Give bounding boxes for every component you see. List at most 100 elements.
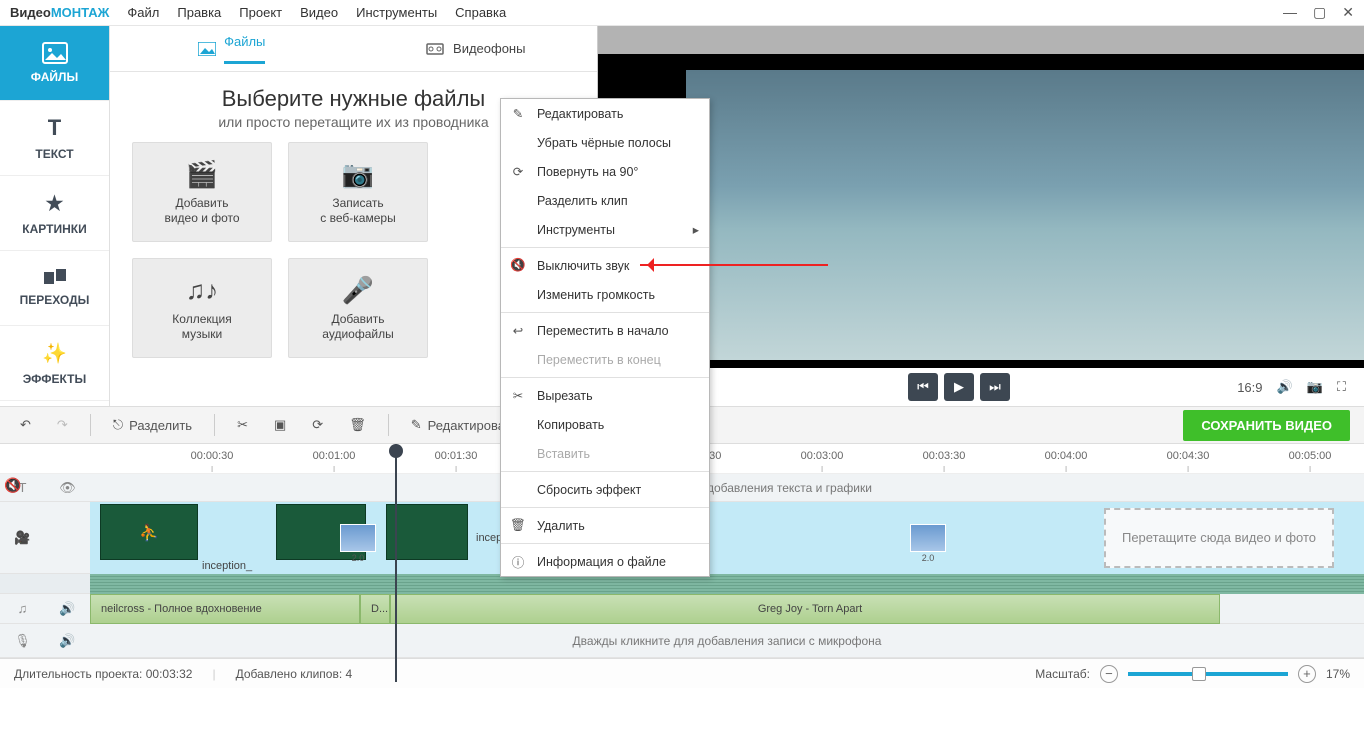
- ctx-separator: [501, 312, 709, 313]
- ruler-tick: 00:00:30: [191, 450, 234, 462]
- menu-tools[interactable]: Инструменты: [356, 5, 437, 20]
- playhead[interactable]: [395, 444, 397, 682]
- photo-icon: [198, 42, 216, 56]
- track-mic[interactable]: 🎙 🔊 Дважды кликните для добавления запис…: [0, 624, 1364, 658]
- webcam-icon: 📷: [342, 159, 374, 190]
- zoom-in-button[interactable]: +: [1298, 665, 1316, 683]
- mic-volume-icon[interactable]: 🔊: [45, 633, 90, 649]
- audio-waveform[interactable]: [90, 574, 1364, 594]
- ctx-копировать[interactable]: Копировать: [501, 410, 709, 439]
- next-button[interactable]: ⏭: [980, 373, 1010, 401]
- tab-files[interactable]: Файлы: [110, 26, 354, 71]
- undo-button[interactable]: ↶: [14, 413, 37, 437]
- text-track-body[interactable]: Дважды кликните для добавления текста и …: [90, 481, 1364, 495]
- minimize-icon[interactable]: —: [1283, 4, 1297, 21]
- ruler-tick: 00:03:00: [801, 450, 844, 462]
- ctx-переместить-в-начало[interactable]: ↩Переместить в начало: [501, 316, 709, 345]
- music-track-icon: ♫: [0, 601, 45, 616]
- transitions-icon: [44, 269, 66, 287]
- fullscreen-icon[interactable]: ⛶: [1337, 379, 1346, 395]
- tile-music-lib[interactable]: ♫♪ Коллекциямузыки: [132, 258, 272, 358]
- nav-transitions[interactable]: ПЕРЕХОДЫ: [0, 251, 109, 326]
- visibility-icon[interactable]: 👁: [45, 480, 90, 496]
- redo-button[interactable]: ↷: [51, 413, 74, 437]
- ctx-убрать-ч-рные-полосы[interactable]: Убрать чёрные полосы: [501, 128, 709, 157]
- wand-icon: ✨: [42, 341, 67, 366]
- tile-add-audio[interactable]: 🎤 Добавитьаудиофайлы: [288, 258, 428, 358]
- menu-help[interactable]: Справка: [455, 5, 506, 20]
- ruler-tick: 00:01:00: [313, 450, 356, 462]
- snapshot-icon[interactable]: 📷: [1307, 379, 1323, 395]
- ctx-вырезать[interactable]: ✂Вырезать: [501, 381, 709, 410]
- track-music[interactable]: ♫ 🔊 neilcross - Полное вдохновение D... …: [0, 594, 1364, 624]
- ruler-tick: 00:05:00: [1289, 450, 1332, 462]
- zoom-slider[interactable]: [1128, 672, 1288, 676]
- maximize-icon[interactable]: ▢: [1313, 4, 1326, 21]
- prev-button[interactable]: ⏮: [908, 373, 938, 401]
- music-clip-1[interactable]: neilcross - Полное вдохновение: [90, 594, 360, 624]
- ctx-separator: [501, 377, 709, 378]
- dur-label: Длительность проекта:: [14, 667, 142, 681]
- cut-button[interactable]: ✂: [231, 413, 254, 437]
- tab-backgrounds-label: Видеофоны: [453, 41, 525, 56]
- film-icon: [425, 42, 445, 56]
- image-icon: [42, 42, 68, 64]
- thumb-1[interactable]: 2.0: [340, 524, 376, 552]
- ctx-редактировать[interactable]: ✎Редактировать: [501, 99, 709, 128]
- volume-icon[interactable]: 🔊: [1277, 379, 1293, 395]
- tile-add-video[interactable]: 🎬 Добавитьвидео и фото: [132, 142, 272, 242]
- drop-hint[interactable]: Перетащите сюда видео и фото: [1104, 508, 1334, 568]
- ctx-icon: ⓘ: [509, 552, 527, 571]
- ctx-разделить-клип[interactable]: Разделить клип: [501, 186, 709, 215]
- ctx-icon: ✎: [509, 106, 527, 121]
- status-bar: Длительность проекта: 00:03:32 | Добавле…: [0, 658, 1364, 688]
- music-track-body[interactable]: neilcross - Полное вдохновение D... Greg…: [90, 594, 1364, 624]
- rotate-button[interactable]: ⟳: [306, 413, 329, 437]
- ctx-сбросить-эффект[interactable]: Сбросить эффект: [501, 475, 709, 504]
- nav-text[interactable]: T ТЕКСТ: [0, 101, 109, 176]
- tab-backgrounds[interactable]: Видеофоны: [354, 26, 598, 71]
- ctx-повернуть-на-90-[interactable]: ⟳Повернуть на 90°: [501, 157, 709, 186]
- ctx-separator: [501, 471, 709, 472]
- delete-button[interactable]: 🗑: [343, 413, 372, 437]
- menu-edit[interactable]: Правка: [177, 5, 221, 20]
- window-controls: — ▢ ✕: [1283, 4, 1354, 21]
- tile-webcam[interactable]: 📷 Записатьс веб-камеры: [288, 142, 428, 242]
- music-clip-3[interactable]: Greg Joy - Torn Apart: [390, 594, 1220, 624]
- mic-track-body[interactable]: Дважды кликните для добавления записи с …: [90, 634, 1364, 648]
- music-clip-2[interactable]: D...: [360, 594, 390, 624]
- ctx-инструменты[interactable]: Инструменты▸: [501, 215, 709, 244]
- clip-1[interactable]: ⛹: [100, 504, 198, 560]
- music-volume-icon[interactable]: 🔊: [45, 601, 90, 617]
- mic-track-icon: 🎙: [0, 633, 45, 649]
- ctx-информация-о-файле[interactable]: ⓘИнформация о файле: [501, 547, 709, 576]
- edit-icon: ✎: [411, 417, 422, 433]
- ctx-separator: [501, 507, 709, 508]
- context-menu: ✎РедактироватьУбрать чёрные полосы⟳Повер…: [500, 98, 710, 577]
- preview-video[interactable]: [686, 54, 1364, 376]
- track-audio-clip[interactable]: 🔇: [0, 574, 1364, 594]
- ruler-tick: 00:01:30: [435, 450, 478, 462]
- nav-effects[interactable]: ✨ ЭФФЕКТЫ: [0, 326, 109, 401]
- split-button[interactable]: ⎋Разделить: [107, 413, 198, 437]
- text-icon: T: [48, 115, 61, 141]
- aspect-label[interactable]: 16:9: [1237, 380, 1262, 395]
- nav-pictures[interactable]: ★ КАРТИНКИ: [0, 176, 109, 251]
- menu-project[interactable]: Проект: [239, 5, 282, 20]
- ctx-изменить-громкость[interactable]: Изменить громкость: [501, 280, 709, 309]
- save-video-button[interactable]: СОХРАНИТЬ ВИДЕО: [1183, 410, 1350, 441]
- ctx-удалить[interactable]: 🗑Удалить: [501, 511, 709, 540]
- crop-button[interactable]: ▣: [268, 413, 292, 437]
- zoom-out-button[interactable]: −: [1100, 665, 1118, 683]
- nav-files[interactable]: ФАЙЛЫ: [0, 26, 109, 101]
- ctx-icon: ✂: [509, 388, 527, 403]
- split-icon: ⎋: [113, 417, 123, 433]
- tabs-row: Файлы Видеофоны: [110, 26, 597, 72]
- menu-file[interactable]: Файл: [127, 5, 159, 20]
- play-button[interactable]: ▶: [944, 373, 974, 401]
- video-track-body[interactable]: ⛹ inception_ 2.0 inception_trailer.mp4 2…: [90, 502, 1364, 574]
- menu-video[interactable]: Видео: [300, 5, 338, 20]
- thumb-2[interactable]: 2.0: [910, 524, 946, 552]
- close-icon[interactable]: ✕: [1342, 4, 1354, 21]
- clip-2b[interactable]: [386, 504, 468, 560]
